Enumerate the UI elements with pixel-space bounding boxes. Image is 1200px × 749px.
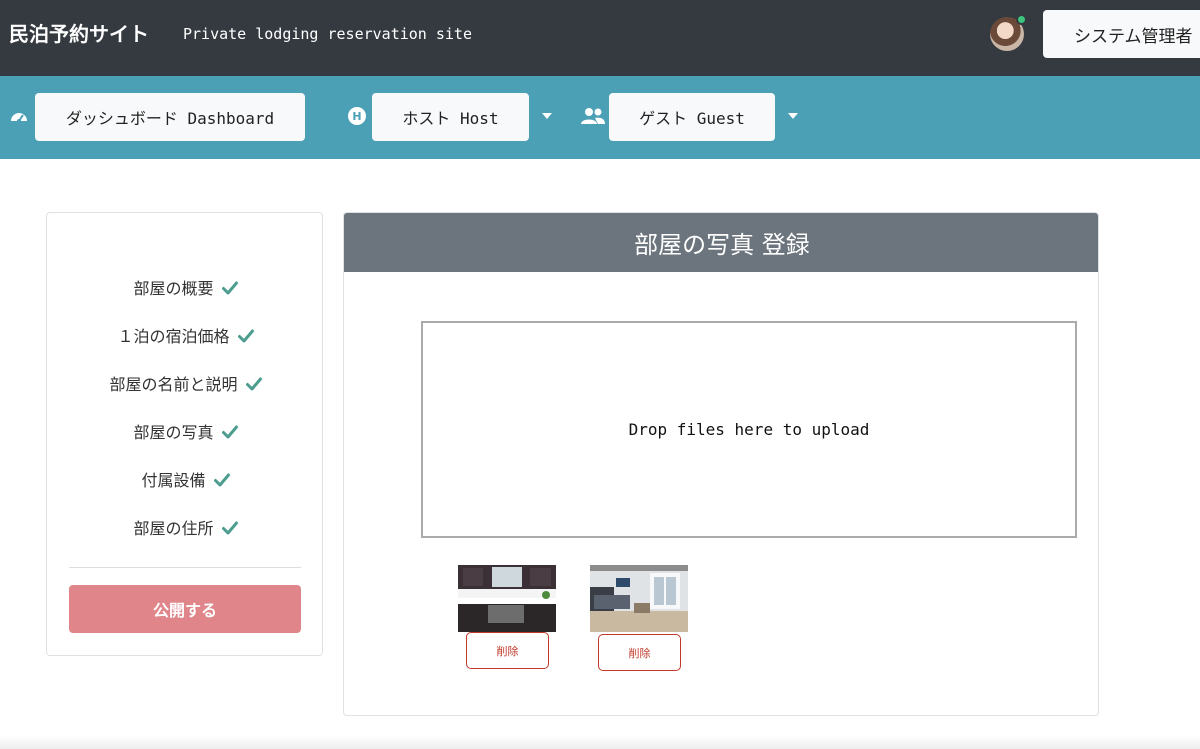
site-subtitle: Private lodging reservation site — [183, 25, 472, 43]
check-icon — [221, 521, 238, 535]
check-icon — [221, 425, 238, 439]
step-label: 部屋の名前と説明 — [109, 375, 238, 394]
page-title: 部屋の写真 登録 — [344, 213, 1098, 272]
step-label: １泊の宿泊価格 — [117, 327, 230, 346]
site-title[interactable]: 民泊予約サイト — [9, 18, 149, 47]
step-label: 部屋の写真 — [133, 423, 214, 442]
delete-photo-button[interactable]: 削除 — [466, 632, 549, 669]
step-label: 部屋の概要 — [133, 279, 214, 298]
registration-steps-card: 部屋の概要 １泊の宿泊価格 部屋の名前と説明 部屋の写真 付属設備 部屋の住所 … — [46, 212, 323, 656]
nav-host-button[interactable]: ホスト Host — [372, 93, 529, 141]
delete-photo-button[interactable]: 削除 — [598, 634, 681, 671]
check-icon — [213, 473, 230, 487]
room-photos-card: 部屋の写真 登録 Drop files here to upload 削除 削除 — [343, 212, 1099, 716]
check-icon — [237, 329, 254, 343]
step-amenities[interactable]: 付属設備 — [47, 467, 324, 491]
users-icon — [581, 107, 605, 129]
step-overview[interactable]: 部屋の概要 — [47, 275, 324, 299]
top-bar: 民泊予約サイト Private lodging reservation site… — [0, 0, 1200, 76]
check-icon — [221, 281, 238, 295]
host-badge-icon: H — [348, 107, 366, 129]
photo-thumbnail-living-room — [590, 565, 688, 632]
photo-thumbnail-kitchen — [458, 565, 556, 632]
online-status-dot — [1016, 14, 1027, 25]
user-menu-button[interactable]: システム管理者 — [1043, 10, 1200, 58]
page-bottom-edge — [0, 735, 1200, 749]
host-dropdown-caret-icon[interactable] — [542, 113, 552, 119]
file-dropzone[interactable]: Drop files here to upload — [421, 321, 1077, 538]
step-label: 部屋の住所 — [133, 519, 214, 538]
dashboard-gauge-icon — [9, 107, 29, 131]
step-price[interactable]: １泊の宿泊価格 — [47, 323, 324, 347]
check-icon — [245, 377, 262, 391]
step-label: 付属設備 — [141, 471, 206, 490]
main-nav: ダッシュボード Dashboard H ホスト Host ゲスト Guest — [0, 76, 1200, 159]
step-name-description[interactable]: 部屋の名前と説明 — [47, 371, 324, 395]
divider — [69, 567, 301, 568]
step-photos[interactable]: 部屋の写真 — [47, 419, 324, 443]
nav-dashboard-button[interactable]: ダッシュボード Dashboard — [35, 93, 305, 141]
user-avatar[interactable] — [990, 14, 1027, 51]
nav-guest-button[interactable]: ゲスト Guest — [609, 93, 775, 141]
publish-button[interactable]: 公開する — [69, 585, 301, 633]
host-badge-letter: H — [352, 110, 361, 123]
guest-dropdown-caret-icon[interactable] — [788, 113, 798, 119]
dropzone-text: Drop files here to upload — [628, 420, 870, 439]
step-address[interactable]: 部屋の住所 — [47, 515, 324, 539]
